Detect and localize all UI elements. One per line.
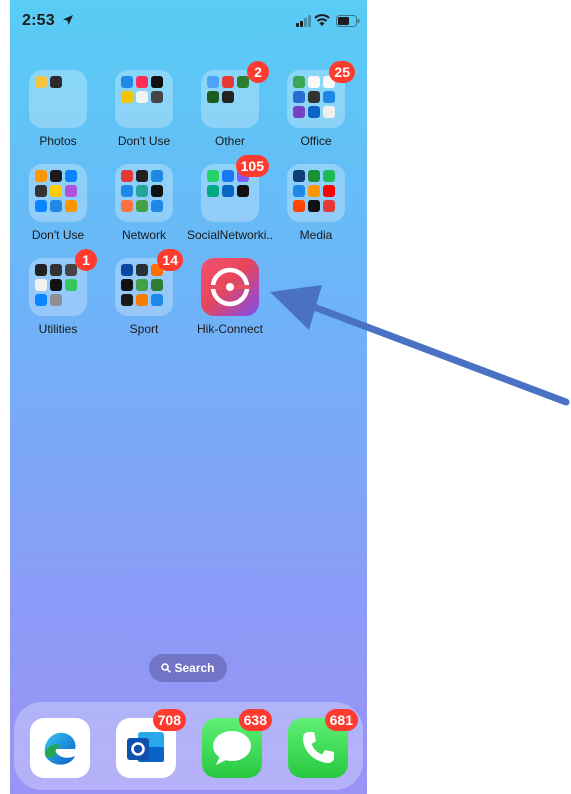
annotation-arrow	[270, 285, 570, 406]
